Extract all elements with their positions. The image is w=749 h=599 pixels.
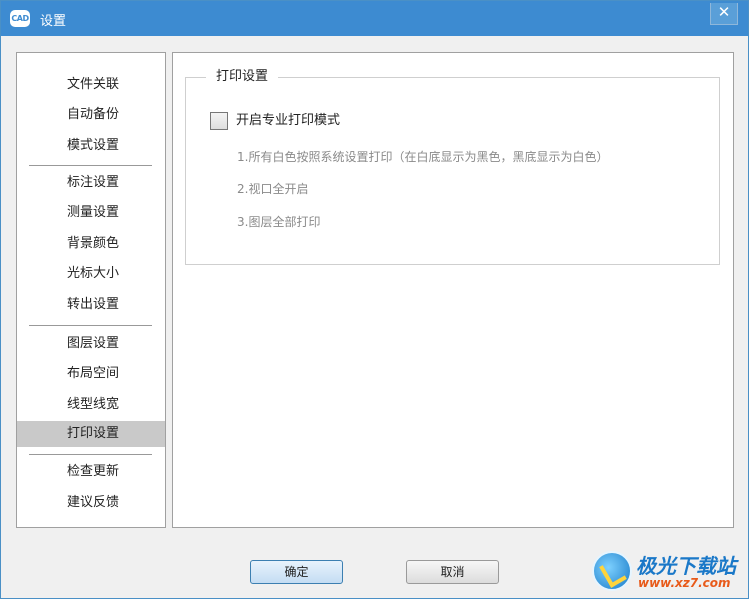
professional-print-mode-label[interactable]: 开启专业打印模式 <box>236 112 340 130</box>
sidebar-item-layer-settings[interactable]: 图层设置 <box>17 331 165 357</box>
watermark: 极光下载站 www.xz7.com <box>592 549 742 595</box>
sidebar-item-measure-settings[interactable]: 测量设置 <box>17 200 165 226</box>
watermark-logo-icon <box>592 551 632 591</box>
close-button[interactable]: ✕ <box>710 3 738 25</box>
sidebar-item-mode-settings[interactable]: 模式设置 <box>17 133 165 159</box>
app-logo-icon: CAD <box>10 10 30 27</box>
group-title: 打印设置 <box>206 69 279 85</box>
sidebar-divider <box>29 325 152 326</box>
sidebar-item-export-settings[interactable]: 转出设置 <box>17 292 165 318</box>
sidebar-item-feedback[interactable]: 建议反馈 <box>17 490 165 516</box>
sidebar-item-print-settings[interactable]: 打印设置 <box>17 421 165 447</box>
ok-button[interactable]: 确定 <box>250 560 343 584</box>
sidebar-item-cursor-size[interactable]: 光标大小 <box>17 261 165 287</box>
cancel-button[interactable]: 取消 <box>406 560 499 584</box>
sidebar-item-linetype-lineweight[interactable]: 线型线宽 <box>17 392 165 418</box>
window-title: 设置 <box>40 14 67 29</box>
professional-print-mode-checkbox[interactable] <box>210 112 228 130</box>
sidebar-item-auto-backup[interactable]: 自动备份 <box>17 102 165 128</box>
sidebar-item-file-association[interactable]: 文件关联 <box>17 72 165 98</box>
hint-white-color: 1.所有白色按照系统设置打印（在白底显示为黑色，黑底显示为白色） <box>237 150 609 164</box>
sidebar-divider <box>29 454 152 455</box>
sidebar-item-annotation-settings[interactable]: 标注设置 <box>17 170 165 196</box>
sidebar-item-layout-space[interactable]: 布局空间 <box>17 361 165 387</box>
hint-viewport: 2.视口全开启 <box>237 182 309 196</box>
settings-window: CAD 设置 ✕ 文件关联 自动备份 模式设置 标注设置 测量设置 背景颜色 光… <box>0 0 749 599</box>
print-settings-group: 打印设置 开启专业打印模式 1.所有白色按照系统设置打印（在白底显示为黑色，黑底… <box>185 69 720 265</box>
sidebar-divider <box>29 165 152 166</box>
hint-layers: 3.图层全部打印 <box>237 215 321 229</box>
sidebar-item-check-update[interactable]: 检查更新 <box>17 459 165 485</box>
watermark-url: www.xz7.com <box>638 576 731 590</box>
watermark-name: 极光下载站 <box>636 554 736 578</box>
sidebar-item-background-color[interactable]: 背景颜色 <box>17 231 165 257</box>
settings-content-panel: 打印设置 开启专业打印模式 1.所有白色按照系统设置打印（在白底显示为黑色，黑底… <box>172 52 734 528</box>
title-bar[interactable]: CAD 设置 ✕ <box>1 1 748 36</box>
settings-sidebar: 文件关联 自动备份 模式设置 标注设置 测量设置 背景颜色 光标大小 转出设置 … <box>16 52 166 528</box>
